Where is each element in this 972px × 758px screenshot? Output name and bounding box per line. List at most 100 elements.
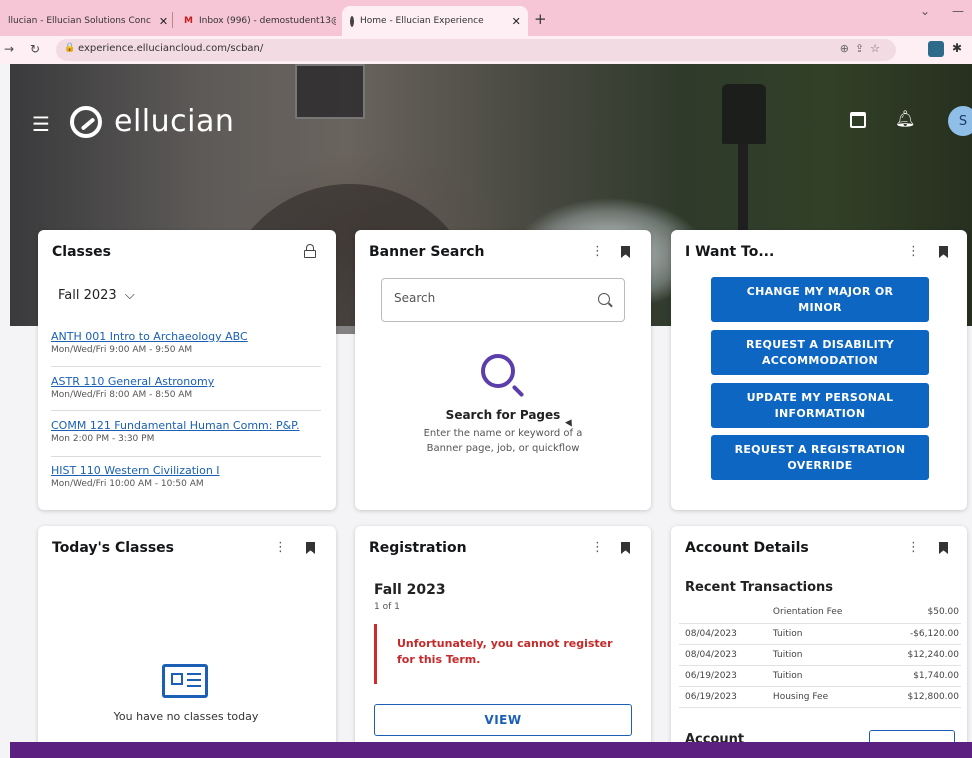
search-box: [381, 278, 625, 322]
chevron-down-icon[interactable]: ⌄: [920, 4, 930, 18]
class-link[interactable]: ANTH 001 Intro to Archaeology ABC: [51, 330, 321, 343]
table-row: Orientation Fee $50.00: [679, 602, 961, 624]
avatar[interactable]: S: [948, 106, 972, 136]
newspaper-icon: [162, 664, 208, 698]
card-title: I Want To...: [685, 244, 775, 260]
share-icon[interactable]: ⇪: [855, 42, 870, 55]
chevron-down-icon: ⌵: [124, 288, 135, 303]
more-vertical-icon[interactable]: ⋮: [907, 540, 920, 555]
registration-card: Registration ⋮ Fall 2023 1 of 1 Unfortun…: [355, 526, 651, 758]
txn-desc: Housing Fee: [766, 686, 880, 708]
more-vertical-icon[interactable]: ⋮: [591, 540, 604, 555]
bookmark-icon[interactable]: [939, 542, 948, 554]
browser-tab-home[interactable]: Home - Ellucian Experience ✕: [342, 6, 528, 36]
banner-search-card: Banner Search ⋮ Search for Pages Enter t…: [355, 230, 651, 510]
txn-amount: -$6,120.00: [879, 623, 961, 645]
browser-tab-ellucian-solutions[interactable]: llucian - Ellucian Solutions Conc ✕: [0, 6, 170, 36]
request-registration-override-button[interactable]: REQUEST A REGISTRATION OVERRIDE: [711, 435, 929, 480]
url-field[interactable]: 🔒 experience.elluciancloud.com/scban/ ⊕⇪…: [56, 39, 896, 61]
search-input[interactable]: [394, 291, 584, 305]
class-item: ASTR 110 General Astronomy Mon/Wed/Fri 8…: [51, 375, 321, 400]
table-row: 08/04/2023 Tuition -$6,120.00: [679, 623, 961, 645]
card-title: Banner Search: [369, 244, 485, 260]
lock-icon: 🔒: [64, 43, 76, 53]
extension-icon[interactable]: [928, 41, 944, 57]
browser-tab-inbox[interactable]: M Inbox (996) - demostudent13@ ✕: [176, 6, 336, 36]
browser-tab-bar: llucian - Ellucian Solutions Conc ✕ M In…: [0, 0, 972, 36]
bookmark-icon[interactable]: [621, 542, 630, 554]
ellucian-logo[interactable]: ellucian: [70, 104, 234, 139]
todays-classes-card: Today's Classes ⋮ You have no classes to…: [38, 526, 336, 758]
class-item: COMM 121 Fundamental Human Comm: P&P. Mo…: [51, 419, 321, 444]
bookmark-icon[interactable]: [306, 542, 315, 554]
class-time: Mon 2:00 PM - 3:30 PM: [51, 434, 155, 444]
registration-alert: Unfortunately, you cannot register for t…: [374, 624, 632, 684]
class-link[interactable]: ASTR 110 General Astronomy: [51, 375, 321, 388]
puzzle-icon[interactable]: ✱: [952, 41, 968, 57]
zoom-icon[interactable]: ⊕: [840, 42, 855, 55]
card-title: Classes: [52, 244, 112, 260]
txn-amount: $12,240.00: [879, 644, 961, 666]
forward-icon[interactable]: →: [4, 42, 14, 56]
txn-amount: $12,800.00: [879, 686, 961, 708]
update-personal-information-button[interactable]: UPDATE MY PERSONAL INFORMATION: [711, 383, 929, 428]
class-time: Mon/Wed/Fri 8:00 AM - 8:50 AM: [51, 390, 193, 400]
more-vertical-icon[interactable]: ⋮: [591, 244, 604, 259]
brand-name: ellucian: [114, 104, 235, 139]
bookmark-icon[interactable]: [621, 246, 630, 258]
menu-icon[interactable]: ☰: [32, 112, 50, 136]
bell-icon[interactable]: 🔔︎: [895, 109, 915, 128]
class-time: Mon/Wed/Fri 10:00 AM - 10:50 AM: [51, 479, 204, 489]
empty-state-text: You have no classes today: [113, 710, 259, 723]
txn-date: 08/04/2023: [679, 623, 767, 645]
new-tab-button[interactable]: +: [534, 10, 547, 28]
term-value: Fall 2023: [58, 288, 117, 303]
txn-desc: Tuition: [766, 623, 880, 645]
minimize-icon[interactable]: —: [952, 4, 964, 18]
registration-count: 1 of 1: [374, 602, 400, 612]
txn-date: 06/19/2023: [679, 665, 767, 687]
lamp: [722, 84, 766, 144]
tab-separator: [172, 12, 173, 28]
recent-transactions-title: Recent Transactions: [685, 580, 834, 595]
search-icon: [481, 354, 515, 388]
omnibox-actions: ⊕⇪☆: [840, 42, 886, 55]
ellucian-logo-icon: [70, 105, 102, 138]
empty-state-description: Enter the name or keyword of a Banner pa…: [423, 428, 583, 454]
building-window: [295, 64, 365, 119]
reload-icon[interactable]: ↻: [30, 42, 40, 56]
browser-address-bar: → ↻ 🔒 experience.elluciancloud.com/scban…: [0, 36, 972, 64]
term-select[interactable]: Fall 2023 ⌵: [58, 288, 135, 303]
url-text: experience.elluciancloud.com/scban/: [78, 43, 264, 54]
class-link[interactable]: HIST 110 Western Civilization I: [51, 464, 321, 477]
footer-bar: [10, 742, 972, 758]
calendar-icon[interactable]: [850, 112, 866, 128]
card-title: Today's Classes: [52, 540, 174, 556]
star-icon[interactable]: ☆: [870, 42, 886, 55]
request-disability-accommodation-button[interactable]: REQUEST A DISABILITY ACCOMMODATION: [711, 330, 929, 375]
more-vertical-icon[interactable]: ⋮: [274, 540, 287, 555]
class-link[interactable]: COMM 121 Fundamental Human Comm: P&P.: [51, 419, 321, 432]
card-title: Registration: [369, 540, 467, 556]
registration-term: Fall 2023: [374, 582, 446, 598]
lock-icon[interactable]: [304, 244, 316, 258]
i-want-to-card: I Want To... ⋮ CHANGE MY MAJOR OR MINOR …: [671, 230, 967, 510]
txn-date: [679, 602, 767, 624]
table-row: 06/19/2023 Housing Fee $12,800.00: [679, 686, 961, 708]
more-vertical-icon[interactable]: ⋮: [907, 244, 920, 259]
search-icon[interactable]: [598, 293, 610, 305]
close-icon[interactable]: ✕: [512, 15, 521, 28]
divider: [51, 366, 321, 367]
view-button[interactable]: VIEW: [374, 704, 632, 736]
change-major-button[interactable]: CHANGE MY MAJOR OR MINOR: [711, 277, 929, 322]
bookmark-icon[interactable]: [939, 246, 948, 258]
divider: [51, 456, 321, 457]
txn-desc: Tuition: [766, 644, 880, 666]
table-row: 08/04/2023 Tuition $12,240.00: [679, 644, 961, 666]
gmail-icon: M: [184, 16, 193, 26]
divider: [51, 410, 321, 411]
class-item: ANTH 001 Intro to Archaeology ABC Mon/We…: [51, 330, 321, 355]
transactions-table: Orientation Fee $50.00 08/04/2023 Tuitio…: [679, 602, 961, 708]
close-icon[interactable]: ✕: [159, 15, 168, 28]
ellucian-favicon-icon: [350, 15, 354, 27]
